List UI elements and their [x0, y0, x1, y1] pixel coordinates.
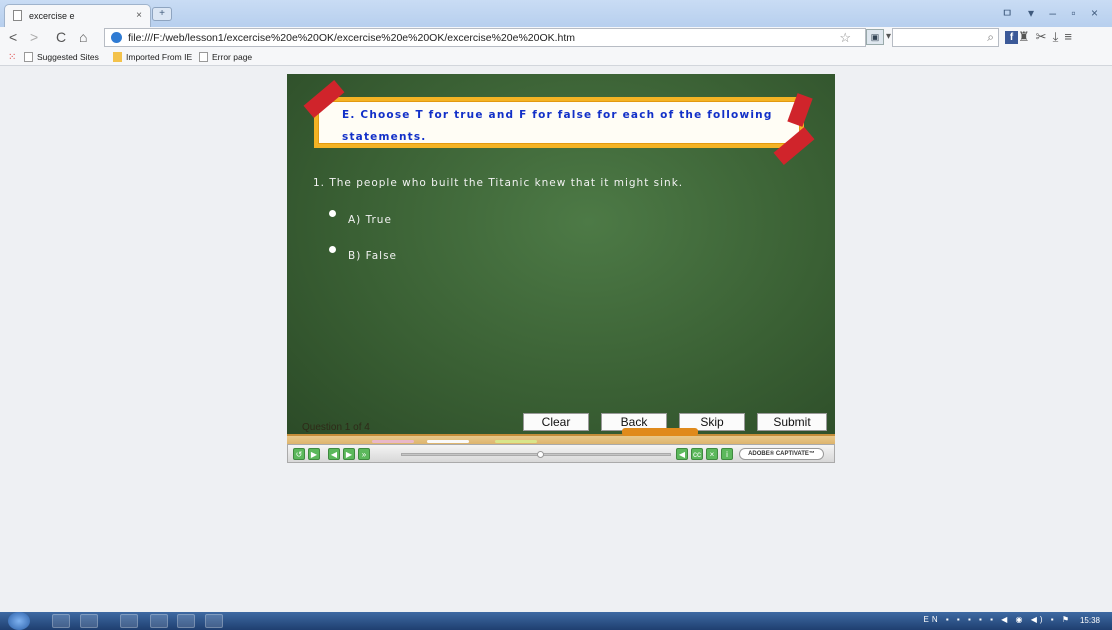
page-content: E. Choose T for true and F for false for…: [0, 67, 1112, 612]
rewind-icon[interactable]: ↺: [293, 448, 305, 460]
previous-icon[interactable]: ◀: [328, 448, 340, 460]
bookmark-label: Error page: [212, 52, 253, 62]
forward-icon[interactable]: >: [30, 29, 38, 45]
closed-caption-icon[interactable]: cc: [691, 448, 703, 460]
bookmark-suggested-sites[interactable]: Suggested Sites: [24, 52, 99, 62]
eraser: [622, 428, 698, 436]
chrome-icon[interactable]: [177, 614, 195, 628]
ribbon-right-top: [787, 93, 813, 127]
option-label: B) False: [348, 250, 397, 262]
window-icon[interactable]: [205, 614, 223, 628]
bookmark-label: Imported From IE: [126, 52, 193, 62]
chalk-white: [427, 440, 469, 443]
back-icon[interactable]: <: [9, 29, 17, 45]
seek-bar[interactable]: [401, 451, 671, 458]
new-tab-button[interactable]: +: [152, 7, 172, 21]
bookmark-imported-from-ie[interactable]: Imported From IE: [113, 52, 192, 62]
app-icon[interactable]: [150, 614, 168, 628]
chalk-pink: [372, 440, 414, 443]
address-bar[interactable]: file:///F:/web/lesson1/excercise%20e%20O…: [104, 28, 866, 47]
page-icon: [24, 52, 33, 62]
radio-button[interactable]: [329, 246, 336, 253]
extension-menu-caret[interactable]: ▾: [886, 31, 891, 42]
chalk-yellow: [495, 440, 537, 443]
taskbar: EN ▪ ▪ ▪ ▪ ▪ ◀ ◉ ◀) ▪ ⚑ 15:38: [0, 612, 1112, 630]
extension-icon[interactable]: ▣: [866, 29, 884, 45]
bookmark-label: Suggested Sites: [37, 52, 99, 62]
page-icon: [199, 52, 208, 62]
facebook-icon[interactable]: f: [1005, 31, 1018, 45]
folder-icon: [113, 52, 122, 62]
radio-button[interactable]: [329, 210, 336, 217]
option-label: A) True: [348, 214, 392, 226]
apps-icon[interactable]: ⁙: [8, 52, 16, 63]
start-button[interactable]: [8, 612, 30, 630]
quiz-stage: E. Choose T for true and F for false for…: [287, 74, 835, 444]
bookmark-error-page[interactable]: Error page: [199, 52, 252, 62]
fast-forward-icon[interactable]: »: [358, 448, 370, 460]
secure-icon: [111, 32, 122, 43]
system-tray: EN ▪ ▪ ▪ ▪ ▪ ◀ ◉ ◀) ▪ ⚑: [923, 615, 1072, 624]
seek-knob[interactable]: [537, 451, 544, 458]
question-progress: Question 1 of 4: [302, 422, 370, 433]
explorer-icon[interactable]: [80, 614, 98, 628]
next-icon[interactable]: ▶: [343, 448, 355, 460]
page-icon: [13, 10, 22, 21]
ribbon-left: [303, 80, 345, 118]
browser-toolbar: < > C ⌂ file:///F:/web/lesson1/excercise…: [0, 27, 1112, 49]
instruction-text: E. Choose T for true and F for false for…: [342, 109, 773, 143]
search-icon: ⌕: [987, 30, 994, 44]
home-icon[interactable]: ⌂: [79, 29, 87, 45]
ie-icon[interactable]: [52, 614, 70, 628]
close-icon[interactable]: ×: [706, 448, 718, 460]
url-text: file:///F:/web/lesson1/excercise%20e%20O…: [128, 32, 576, 44]
scissors-icon[interactable]: ✂: [1036, 29, 1053, 44]
toolbar-icons: f ♜✂⤓≡: [1005, 29, 1078, 45]
question-text: 1. The people who built the Titanic knew…: [313, 177, 684, 189]
info-icon[interactable]: i: [721, 448, 733, 460]
clear-button[interactable]: Clear: [523, 413, 589, 431]
tab-strip: excercise e × + ㅁ ▾ – ▫ ×: [0, 0, 1112, 27]
player-controls: ↺ ▶ ◀ ▶ » ◀ cc × i ADOBE® CAPTIVATE™: [287, 444, 835, 463]
download-icon[interactable]: ⤓: [1053, 29, 1065, 44]
menu-icon[interactable]: ≡: [1064, 29, 1078, 44]
bookmarks-bar: ⁙ Suggested Sites Imported From IE Error…: [0, 49, 1112, 66]
chalk-tray: [287, 428, 835, 444]
media-icon[interactable]: [120, 614, 138, 628]
play-icon[interactable]: ▶: [308, 448, 320, 460]
instruction-banner: E. Choose T for true and F for false for…: [303, 80, 815, 165]
search-box[interactable]: ⌕: [892, 28, 999, 47]
tab-title: excercise e: [29, 11, 75, 21]
volume-icon[interactable]: ◀: [676, 448, 688, 460]
clock[interactable]: 15:38: [1080, 616, 1100, 625]
language-indicator[interactable]: EN: [924, 615, 941, 624]
captivate-logo: ADOBE® CAPTIVATE™: [739, 448, 824, 460]
tab-close-icon[interactable]: ×: [136, 10, 142, 21]
window-controls[interactable]: ㅁ ▾ – ▫ ×: [1002, 4, 1104, 21]
reload-icon[interactable]: C: [56, 29, 66, 45]
submit-button[interactable]: Submit: [757, 413, 827, 431]
bookmark-star-icon[interactable]: ☆: [839, 30, 851, 46]
gift-icon[interactable]: ♜: [1018, 29, 1036, 44]
tab-excercise-e[interactable]: excercise e ×: [4, 4, 151, 27]
